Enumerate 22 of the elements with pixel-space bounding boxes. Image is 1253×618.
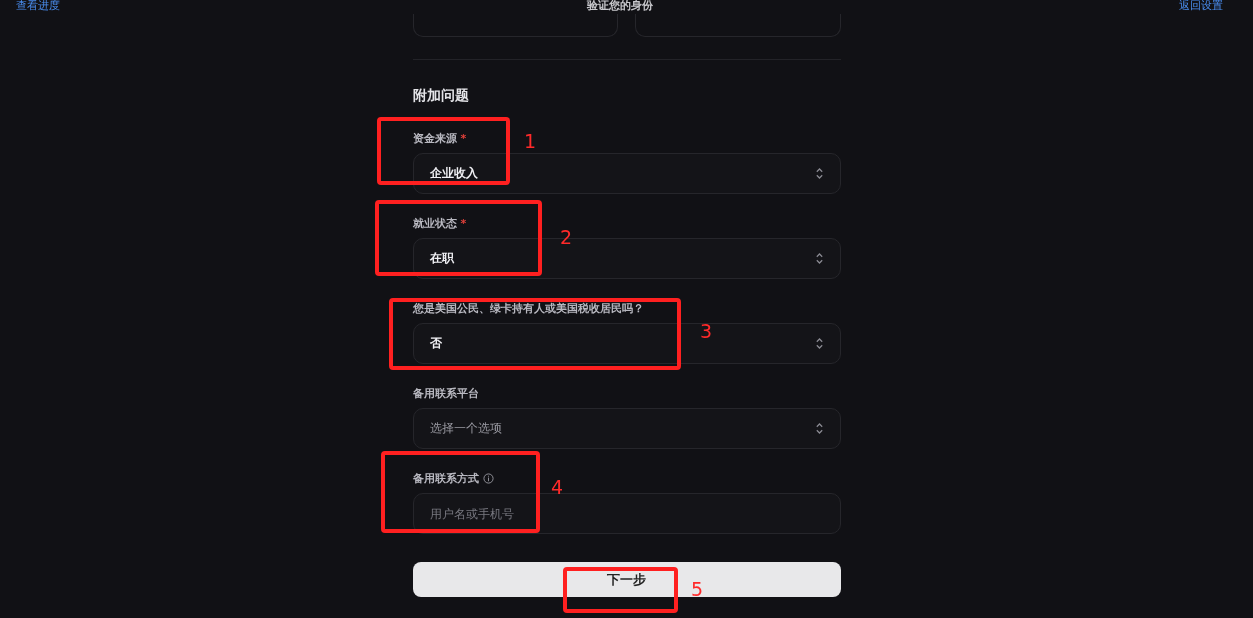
chevron-updown-icon [814,422,824,435]
annotation-number: 1 [524,130,537,152]
view-progress-link[interactable]: 查看进度 [16,0,60,12]
field-label: 备用联系平台 [412,385,479,401]
required-mark: * [460,216,467,230]
input-field[interactable]: 用户名或手机号 [412,493,841,534]
annotation-number: 3 [700,320,713,342]
chevron-updown-icon [814,337,824,350]
field-label: 就业状态 [412,215,457,231]
field-label: 您是美国公民、绿卡持有人或美国税收居民吗？ [412,300,644,316]
chevron-updown-icon [814,167,824,180]
field-label: 备用联系方式 [412,470,479,486]
annotation-number: 5 [691,578,704,600]
field-label: 资金来源 [412,130,457,146]
select-field[interactable]: 选择一个选项 [412,408,841,449]
select-field[interactable]: 企业收入 [412,153,841,194]
required-mark: * [460,131,467,145]
chevron-updown-icon [814,252,824,265]
info-icon[interactable] [482,472,494,484]
page-title: 验证您的身份 [586,0,653,12]
section-heading: 附加问题 [412,86,470,104]
back-to-settings-link[interactable]: 返回设置 [1179,0,1223,12]
